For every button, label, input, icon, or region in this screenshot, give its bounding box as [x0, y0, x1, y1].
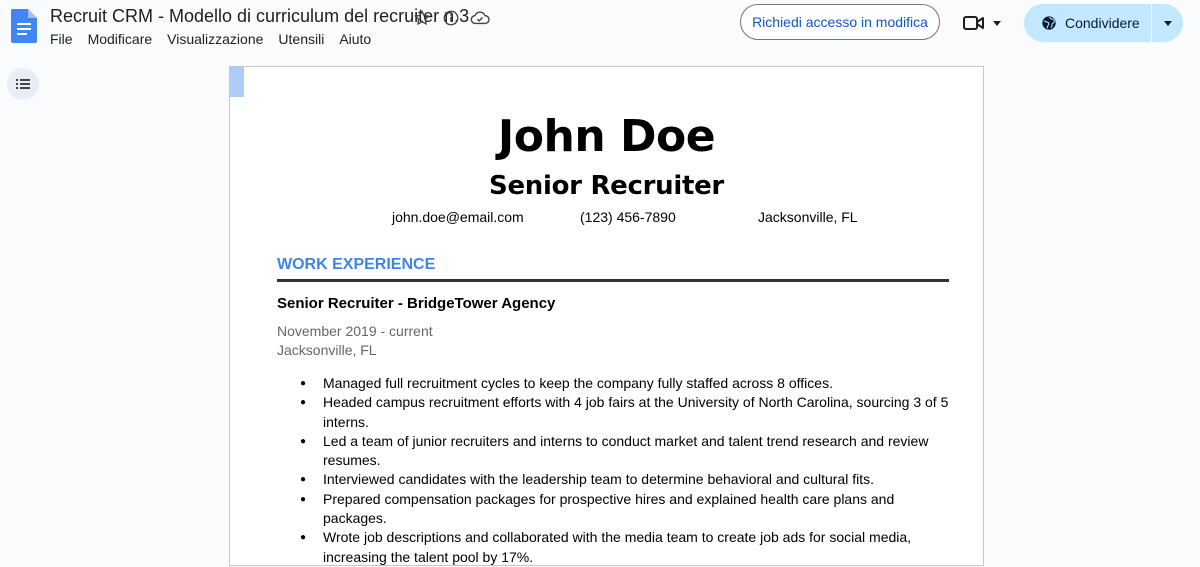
menu-file[interactable]: File [50, 31, 80, 47]
document-title[interactable]: Recruit CRM - Modello di curriculum del … [50, 6, 469, 27]
job-bullet-list: Managed full recruitment cycles to keep … [300, 374, 950, 567]
share-button-group: Condividere [1024, 4, 1183, 42]
job-title: Senior Recruiter - BridgeTower Agency [277, 295, 556, 312]
job-location: Jacksonville, FL [277, 342, 377, 358]
menu-tools[interactable]: Utensili [278, 31, 331, 47]
list-item: Interviewed candidates with the leadersh… [300, 470, 950, 490]
video-camera-icon [963, 16, 984, 30]
menu-edit[interactable]: Modificare [88, 31, 160, 47]
share-button[interactable]: Condividere [1024, 4, 1151, 42]
share-options-button[interactable] [1152, 4, 1183, 42]
outline-list-icon [16, 79, 30, 89]
section-divider [277, 279, 949, 282]
chevron-down-icon [993, 21, 1001, 26]
resume-name: John Doe [497, 111, 716, 162]
list-item: Managed full recruitment cycles to keep … [300, 374, 950, 394]
resume-role: Senior Recruiter [489, 171, 724, 201]
share-label: Condividere [1065, 15, 1140, 31]
contact-phone: (123) 456-7890 [580, 209, 676, 225]
text-selection-marker [230, 67, 244, 97]
contact-location: Jacksonville, FL [758, 209, 858, 225]
globe-icon [1042, 16, 1056, 30]
document-page[interactable]: John Doe Senior Recruiter john.doe@email… [229, 66, 984, 566]
star-icon[interactable] [412, 8, 432, 28]
list-item: Prepared compensation packages for prosp… [300, 490, 950, 529]
list-item: Headed campus recruitment efforts with 4… [300, 393, 950, 432]
info-icon[interactable] [441, 8, 461, 28]
contact-email: john.doe@email.com [392, 209, 524, 225]
document-outline-button[interactable] [7, 68, 39, 100]
menu-bar: File Modificare Visualizzazione Utensili… [50, 31, 386, 47]
menu-view[interactable]: Visualizzazione [167, 31, 270, 47]
meet-button[interactable] [962, 10, 1010, 36]
top-bar: Recruit CRM - Modello di curriculum del … [0, 0, 1200, 52]
section-heading-work-experience: WORK EXPERIENCE [277, 256, 436, 273]
list-item: Wrote job descriptions and collaborated … [300, 528, 950, 567]
list-item: Led a team of junior recruiters and inte… [300, 432, 950, 471]
google-docs-icon[interactable] [11, 9, 37, 43]
request-edit-access-button[interactable]: Richiedi accesso in modifica [740, 4, 940, 40]
menu-help[interactable]: Aiuto [339, 31, 378, 47]
job-dates: November 2019 - current [277, 323, 433, 339]
cloud-saved-icon[interactable] [470, 8, 490, 28]
title-icons [412, 8, 490, 28]
chevron-down-icon [1163, 21, 1172, 26]
